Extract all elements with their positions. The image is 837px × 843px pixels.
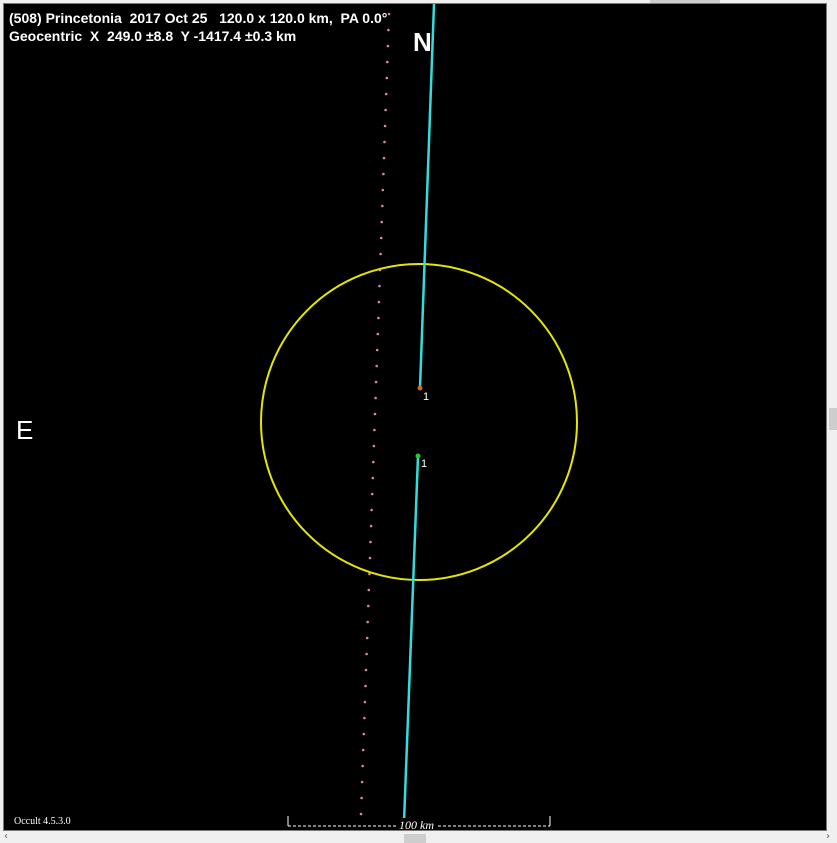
path-dot xyxy=(374,396,377,400)
chord-line-south xyxy=(402,455,420,823)
occultation-plot: (508) Princetonia 2017 Oct 25 120.0 x 12… xyxy=(3,3,827,831)
path-dot xyxy=(379,236,383,240)
path-dot xyxy=(370,508,373,512)
north-label: N xyxy=(413,27,432,57)
plot-graphics xyxy=(260,4,578,827)
scale-label: 100 km xyxy=(397,818,436,831)
path-dot xyxy=(370,492,374,496)
path-dot xyxy=(364,668,368,672)
path-dot xyxy=(387,12,391,16)
path-dot xyxy=(374,380,378,384)
path-dot xyxy=(360,780,364,784)
chord-marker-north xyxy=(417,385,423,391)
path-dot xyxy=(361,748,365,752)
path-dot xyxy=(379,252,382,256)
asteroid-outline xyxy=(260,263,578,581)
path-dot xyxy=(372,444,376,448)
path-dot xyxy=(377,300,381,304)
chevron-left-icon[interactable]: ‹ xyxy=(4,831,8,842)
path-dot xyxy=(377,316,380,320)
path-dot xyxy=(380,220,384,224)
dotted-path xyxy=(359,12,391,816)
chevron-right-icon[interactable]: › xyxy=(826,831,830,842)
path-dot xyxy=(373,412,377,416)
path-dot xyxy=(375,348,379,352)
path-dot xyxy=(375,364,379,368)
path-dot xyxy=(359,812,363,816)
path-dot xyxy=(364,684,367,688)
path-dot xyxy=(361,764,365,768)
path-dot xyxy=(366,620,370,624)
chord-label-south: 1 xyxy=(421,458,428,470)
path-dot xyxy=(385,76,389,80)
vertical-scrollbar-thumb[interactable] xyxy=(829,408,837,430)
path-dot xyxy=(372,460,375,464)
path-dot xyxy=(363,700,367,704)
chord-marker-south xyxy=(415,453,421,459)
path-dot xyxy=(369,540,372,544)
path-dot xyxy=(387,28,390,32)
geocentric-offset: Geocentric X 249.0 ±8.8 Y -1417.4 ±0.3 k… xyxy=(9,28,297,44)
event-title: (508) Princetonia 2017 Oct 25 120.0 x 12… xyxy=(9,10,388,26)
path-dot xyxy=(378,284,381,288)
path-dot xyxy=(373,428,376,432)
path-dot xyxy=(382,156,386,160)
path-dot xyxy=(363,716,366,720)
software-version: Occult 4.5.3.0 xyxy=(14,816,71,827)
path-dot xyxy=(376,332,380,336)
path-dot xyxy=(383,140,386,144)
chord-label-north: 1 xyxy=(423,391,430,403)
horizontal-scrollbar[interactable]: ‹ › xyxy=(0,831,837,843)
path-dot xyxy=(369,524,373,528)
east-label: E xyxy=(16,415,34,445)
path-dot xyxy=(360,796,363,800)
chord-line-north xyxy=(418,4,436,389)
path-dot xyxy=(384,92,388,96)
path-dot xyxy=(384,108,387,112)
path-dot xyxy=(383,124,387,128)
horizontal-scrollbar-thumb[interactable] xyxy=(404,834,426,843)
path-dot xyxy=(381,204,384,208)
path-dot xyxy=(386,44,390,48)
path-dot xyxy=(367,604,370,608)
path-dot xyxy=(386,60,389,64)
path-dot xyxy=(365,652,368,656)
path-dot xyxy=(362,732,366,736)
path-dot xyxy=(382,172,385,176)
path-dot xyxy=(381,188,385,192)
path-dot xyxy=(368,556,372,560)
path-dot xyxy=(365,636,369,640)
path-dot xyxy=(367,588,371,592)
plot-window: (508) Princetonia 2017 Oct 25 120.0 x 12… xyxy=(0,0,837,843)
path-dot xyxy=(371,476,375,480)
